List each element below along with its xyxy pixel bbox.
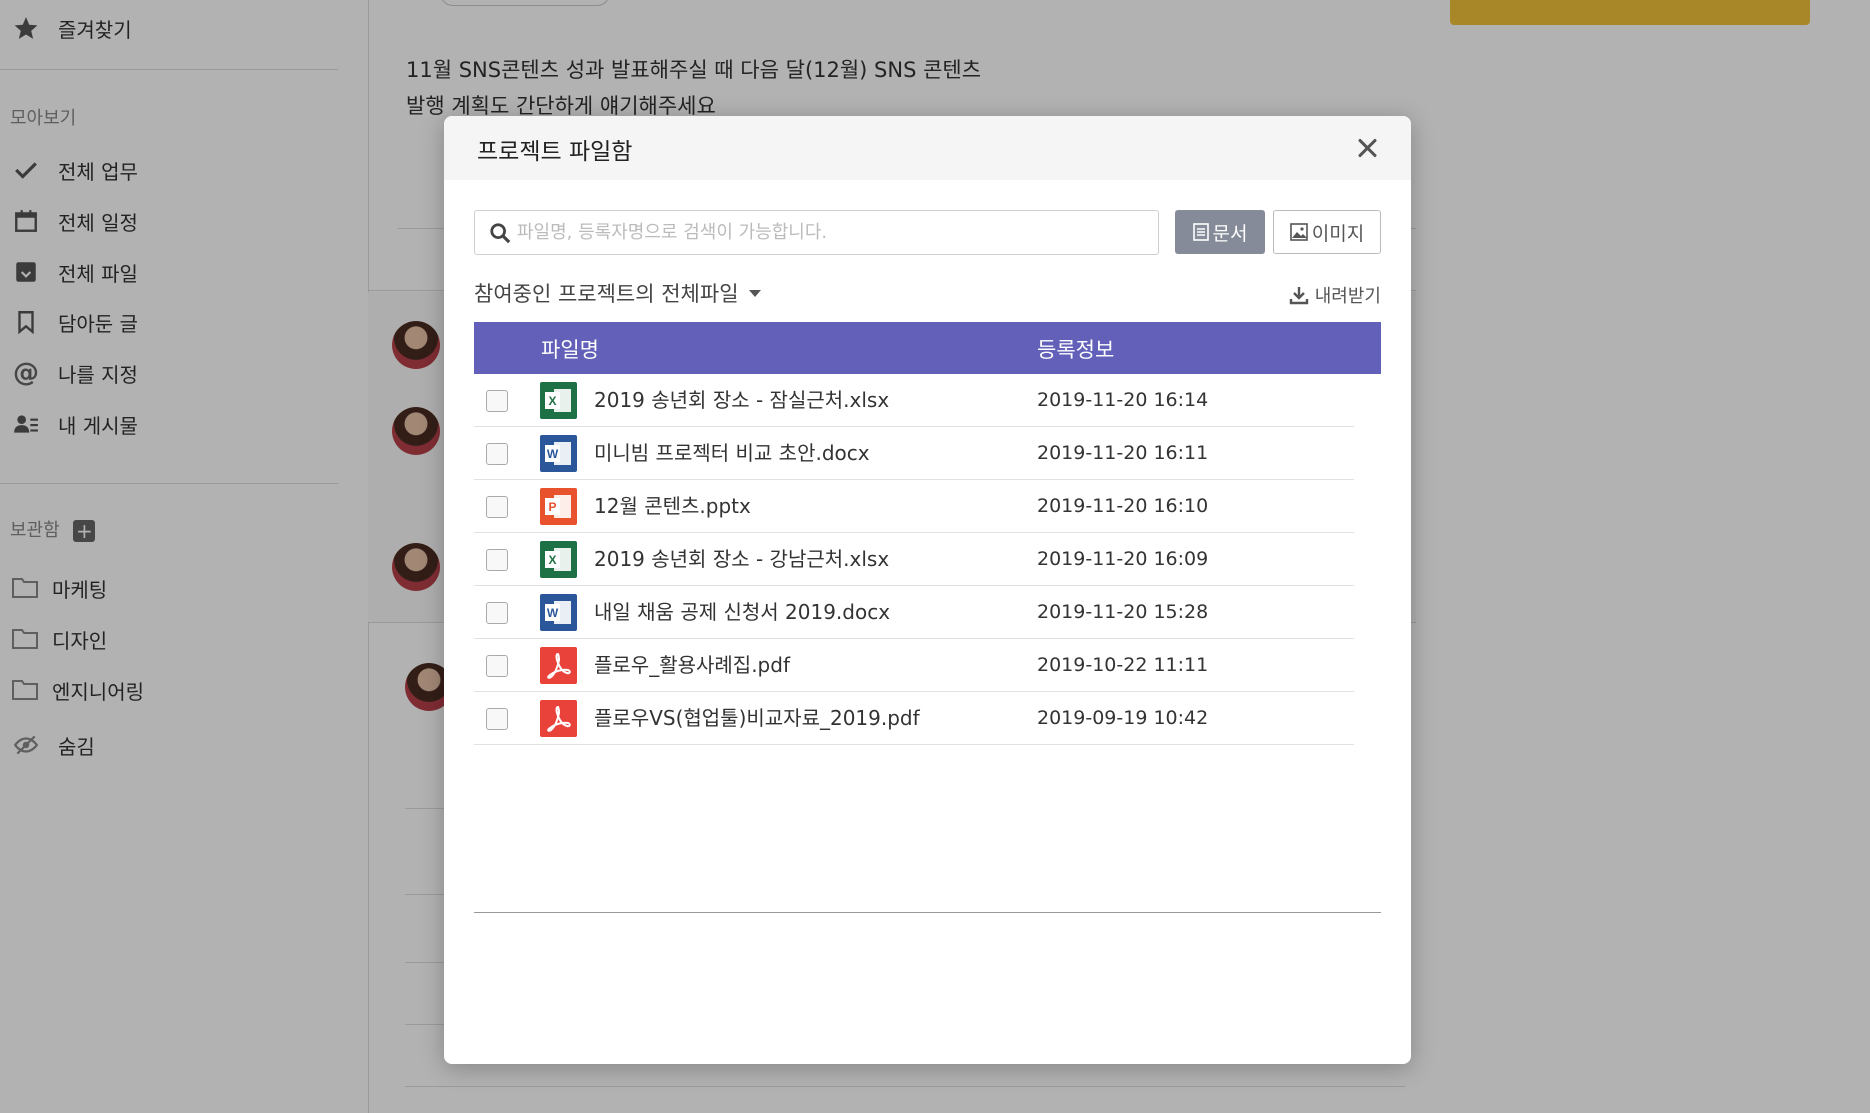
row-checkbox[interactable]: [486, 496, 508, 518]
row-checkbox[interactable]: [486, 602, 508, 624]
document-icon: [1192, 223, 1209, 241]
table-row[interactable]: P 12월 콘텐츠.pptx 2019-11-20 16:10: [474, 480, 1354, 533]
file-date: 2019-11-20 16:14: [1037, 389, 1209, 411]
file-name[interactable]: 플로우VS(협업툴)비교자료_2019.pdf: [594, 702, 920, 731]
pptx-file-icon: P: [540, 488, 577, 525]
modal-header: 프로젝트 파일함: [444, 116, 1411, 180]
row-checkbox[interactable]: [486, 655, 508, 677]
image-filter-button[interactable]: 이미지: [1273, 210, 1381, 254]
file-name[interactable]: 12월 콘텐츠.pptx: [594, 490, 751, 519]
column-header-filename: 파일명: [541, 338, 599, 362]
table-row[interactable]: X 2019 송년회 장소 - 잠실근처.xlsx 2019-11-20 16:14: [474, 374, 1354, 427]
image-icon: [1289, 223, 1308, 241]
search-box[interactable]: [474, 210, 1159, 255]
row-checkbox[interactable]: [486, 443, 508, 465]
pdf-file-icon: [540, 647, 577, 684]
table-row[interactable]: X 2019 송년회 장소 - 강남근처.xlsx 2019-11-20 16:09: [474, 533, 1354, 586]
table-row[interactable]: W 내일 채움 공제 신청서 2019.docx 2019-11-20 15:28: [474, 586, 1354, 639]
divider: [474, 912, 1381, 913]
project-file-modal: 프로젝트 파일함 문서 이미지 참여중인 프로젝트의 전체파일 내려받기 파일명…: [444, 116, 1411, 1064]
search-icon: [489, 222, 511, 244]
file-date: 2019-09-19 10:42: [1037, 707, 1209, 729]
svg-text:W: W: [547, 447, 559, 461]
pdf-file-icon: [540, 700, 577, 737]
close-icon[interactable]: [1353, 134, 1381, 162]
project-filter-label: 참여중인 프로젝트의 전체파일: [474, 282, 739, 306]
file-name[interactable]: 2019 송년회 장소 - 잠실근처.xlsx: [594, 384, 889, 413]
caret-down-icon: [748, 289, 761, 297]
project-filter-dropdown[interactable]: 참여중인 프로젝트의 전체파일: [474, 278, 761, 308]
file-name[interactable]: 미니빔 프로젝터 비교 초안.docx: [594, 437, 870, 466]
search-input[interactable]: [517, 222, 1137, 243]
file-table-header: 파일명 등록정보: [474, 322, 1381, 374]
file-date: 2019-11-20 16:10: [1037, 495, 1209, 517]
svg-text:P: P: [548, 500, 556, 514]
download-button[interactable]: 내려받기: [1289, 282, 1381, 308]
row-checkbox[interactable]: [486, 708, 508, 730]
table-row[interactable]: W 미니빔 프로젝터 비교 초안.docx 2019-11-20 16:11: [474, 427, 1354, 480]
file-date: 2019-11-20 16:11: [1037, 442, 1209, 464]
svg-text:X: X: [548, 553, 556, 567]
image-filter-label: 이미지: [1311, 222, 1365, 245]
table-row[interactable]: 플로우VS(협업툴)비교자료_2019.pdf 2019-09-19 10:42: [474, 692, 1354, 745]
xlsx-file-icon: X: [540, 541, 577, 578]
document-filter-label: 문서: [1212, 222, 1248, 245]
file-name[interactable]: 내일 채움 공제 신청서 2019.docx: [594, 596, 890, 625]
download-icon: [1289, 287, 1308, 305]
svg-text:W: W: [547, 606, 559, 620]
document-filter-button[interactable]: 문서: [1175, 210, 1265, 254]
column-header-info: 등록정보: [1037, 338, 1115, 362]
svg-text:X: X: [548, 394, 556, 408]
row-checkbox[interactable]: [486, 390, 508, 412]
modal-title: 프로젝트 파일함: [477, 139, 633, 165]
docx-file-icon: W: [540, 435, 577, 472]
file-name[interactable]: 2019 송년회 장소 - 강남근처.xlsx: [594, 543, 889, 572]
row-checkbox[interactable]: [486, 549, 508, 571]
file-date: 2019-11-20 15:28: [1037, 601, 1209, 623]
file-name[interactable]: 플로우_활용사례집.pdf: [594, 649, 790, 678]
download-label: 내려받기: [1314, 286, 1381, 307]
table-row[interactable]: 플로우_활용사례집.pdf 2019-10-22 11:11: [474, 639, 1354, 692]
file-date: 2019-11-20 16:09: [1037, 548, 1209, 570]
docx-file-icon: W: [540, 594, 577, 631]
xlsx-file-icon: X: [540, 382, 577, 419]
file-date: 2019-10-22 11:11: [1037, 654, 1209, 676]
file-list: X 2019 송년회 장소 - 잠실근처.xlsx 2019-11-20 16:14…: [474, 374, 1354, 745]
